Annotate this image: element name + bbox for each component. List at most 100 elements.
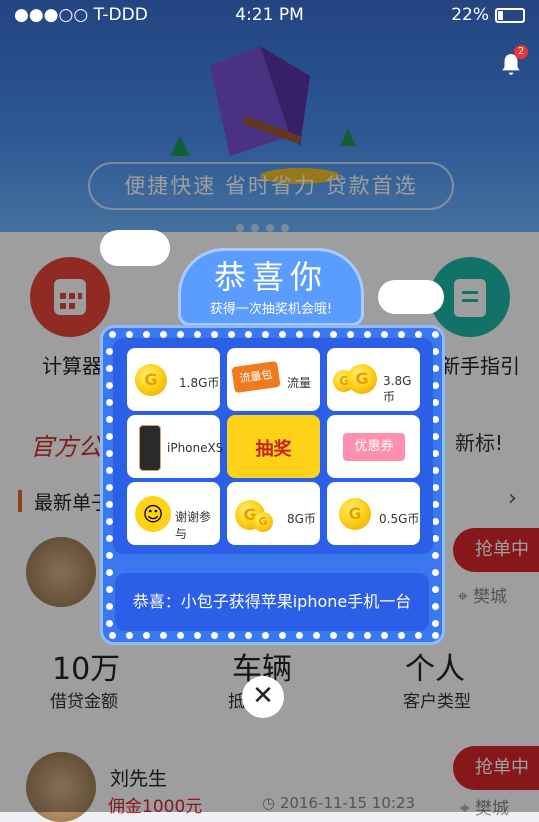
led-light [432,632,439,639]
led-light [432,331,439,338]
led-light [106,382,113,389]
led-light [109,632,116,639]
led-light [106,535,113,542]
led-light [432,569,439,576]
led-light [194,632,201,639]
led-light [432,603,439,610]
battery-percent: 22% [451,5,489,25]
data-gift-icon: 流量包 [231,360,281,394]
led-light [143,632,150,639]
led-light [347,331,354,338]
winner-message: 恭喜：小包子获得苹果iphone手机一台 [115,573,429,631]
led-light [126,632,133,639]
led-light [432,535,439,542]
led-light [106,348,113,355]
led-light [177,331,184,338]
smiley-icon: ☺ [135,496,171,532]
led-light [106,450,113,457]
led-light [432,620,439,627]
led-light [432,501,439,508]
led-light [106,416,113,423]
iphone-icon [139,425,161,471]
led-light [194,331,201,338]
led-light [432,518,439,525]
led-light [415,331,422,338]
prize-3-8g: G G 3.8G币 [327,348,420,411]
led-light [432,586,439,593]
led-light [432,348,439,355]
led-light [432,467,439,474]
led-light [330,632,337,639]
led-light [106,620,113,627]
prize-data: 流量包 流量 [227,348,320,411]
led-light [398,331,405,338]
led-light [432,552,439,559]
led-light [381,632,388,639]
cloud-decoration [378,280,444,314]
led-light [143,331,150,338]
led-light [296,331,303,338]
led-light [211,632,218,639]
cloud-decoration [100,230,170,266]
coupon-icon: 优惠券 [343,433,405,461]
led-light [347,632,354,639]
led-light [432,365,439,372]
led-light [262,632,269,639]
led-light [432,433,439,440]
led-light [126,331,133,338]
led-light [106,586,113,593]
led-light [160,632,167,639]
prize-0-5g: G 0.5G币 [327,482,420,545]
prize-iphone: iPhoneXS [127,415,223,478]
led-light [296,632,303,639]
led-light [279,632,286,639]
led-light [109,331,116,338]
led-light [106,484,113,491]
draw-button[interactable]: 抽奖 [227,415,320,478]
led-light [106,365,113,372]
led-light [106,569,113,576]
prize-coupon: 优惠券 [327,415,420,478]
prize-8g: G G 8G币 [227,482,320,545]
led-light [228,632,235,639]
led-light [245,632,252,639]
gold-coin-icon: G [135,364,167,396]
led-light [211,331,218,338]
led-light [245,331,252,338]
led-light [106,467,113,474]
led-light [106,433,113,440]
led-light [313,331,320,338]
led-light [432,484,439,491]
led-light [364,632,371,639]
prize-1-8g: G 1.8G币 [127,348,220,411]
led-light [313,632,320,639]
prize-grid: G 1.8G币 流量包 流量 G G 3.8G币 iPhoneXS 抽奖 优惠券… [113,338,433,554]
led-light [106,552,113,559]
led-light [398,632,405,639]
battery-indicator: 22% [451,5,525,25]
led-light [106,603,113,610]
notification-badge: 2 [514,45,528,59]
led-light [262,331,269,338]
close-icon[interactable]: ✕ [242,676,284,718]
led-light [432,450,439,457]
status-bar: ●●●○○ T-DDD 4:21 PM 22% [0,0,539,30]
modal-subtitle: 获得一次抽奖机会哦! [209,302,333,317]
led-light [364,331,371,338]
led-light [106,399,113,406]
led-light [381,331,388,338]
led-light [106,518,113,525]
led-light [330,331,337,338]
led-light [228,331,235,338]
led-light [177,632,184,639]
led-light [160,331,167,338]
led-light [432,399,439,406]
modal-title: 恭喜你 [213,258,328,296]
battery-icon [495,7,525,23]
led-light [415,632,422,639]
led-light [106,501,113,508]
gold-coin-icon: G [339,498,371,530]
prize-thanks: ☺ 谢谢参与 [127,482,220,545]
led-light [279,331,286,338]
led-light [432,382,439,389]
